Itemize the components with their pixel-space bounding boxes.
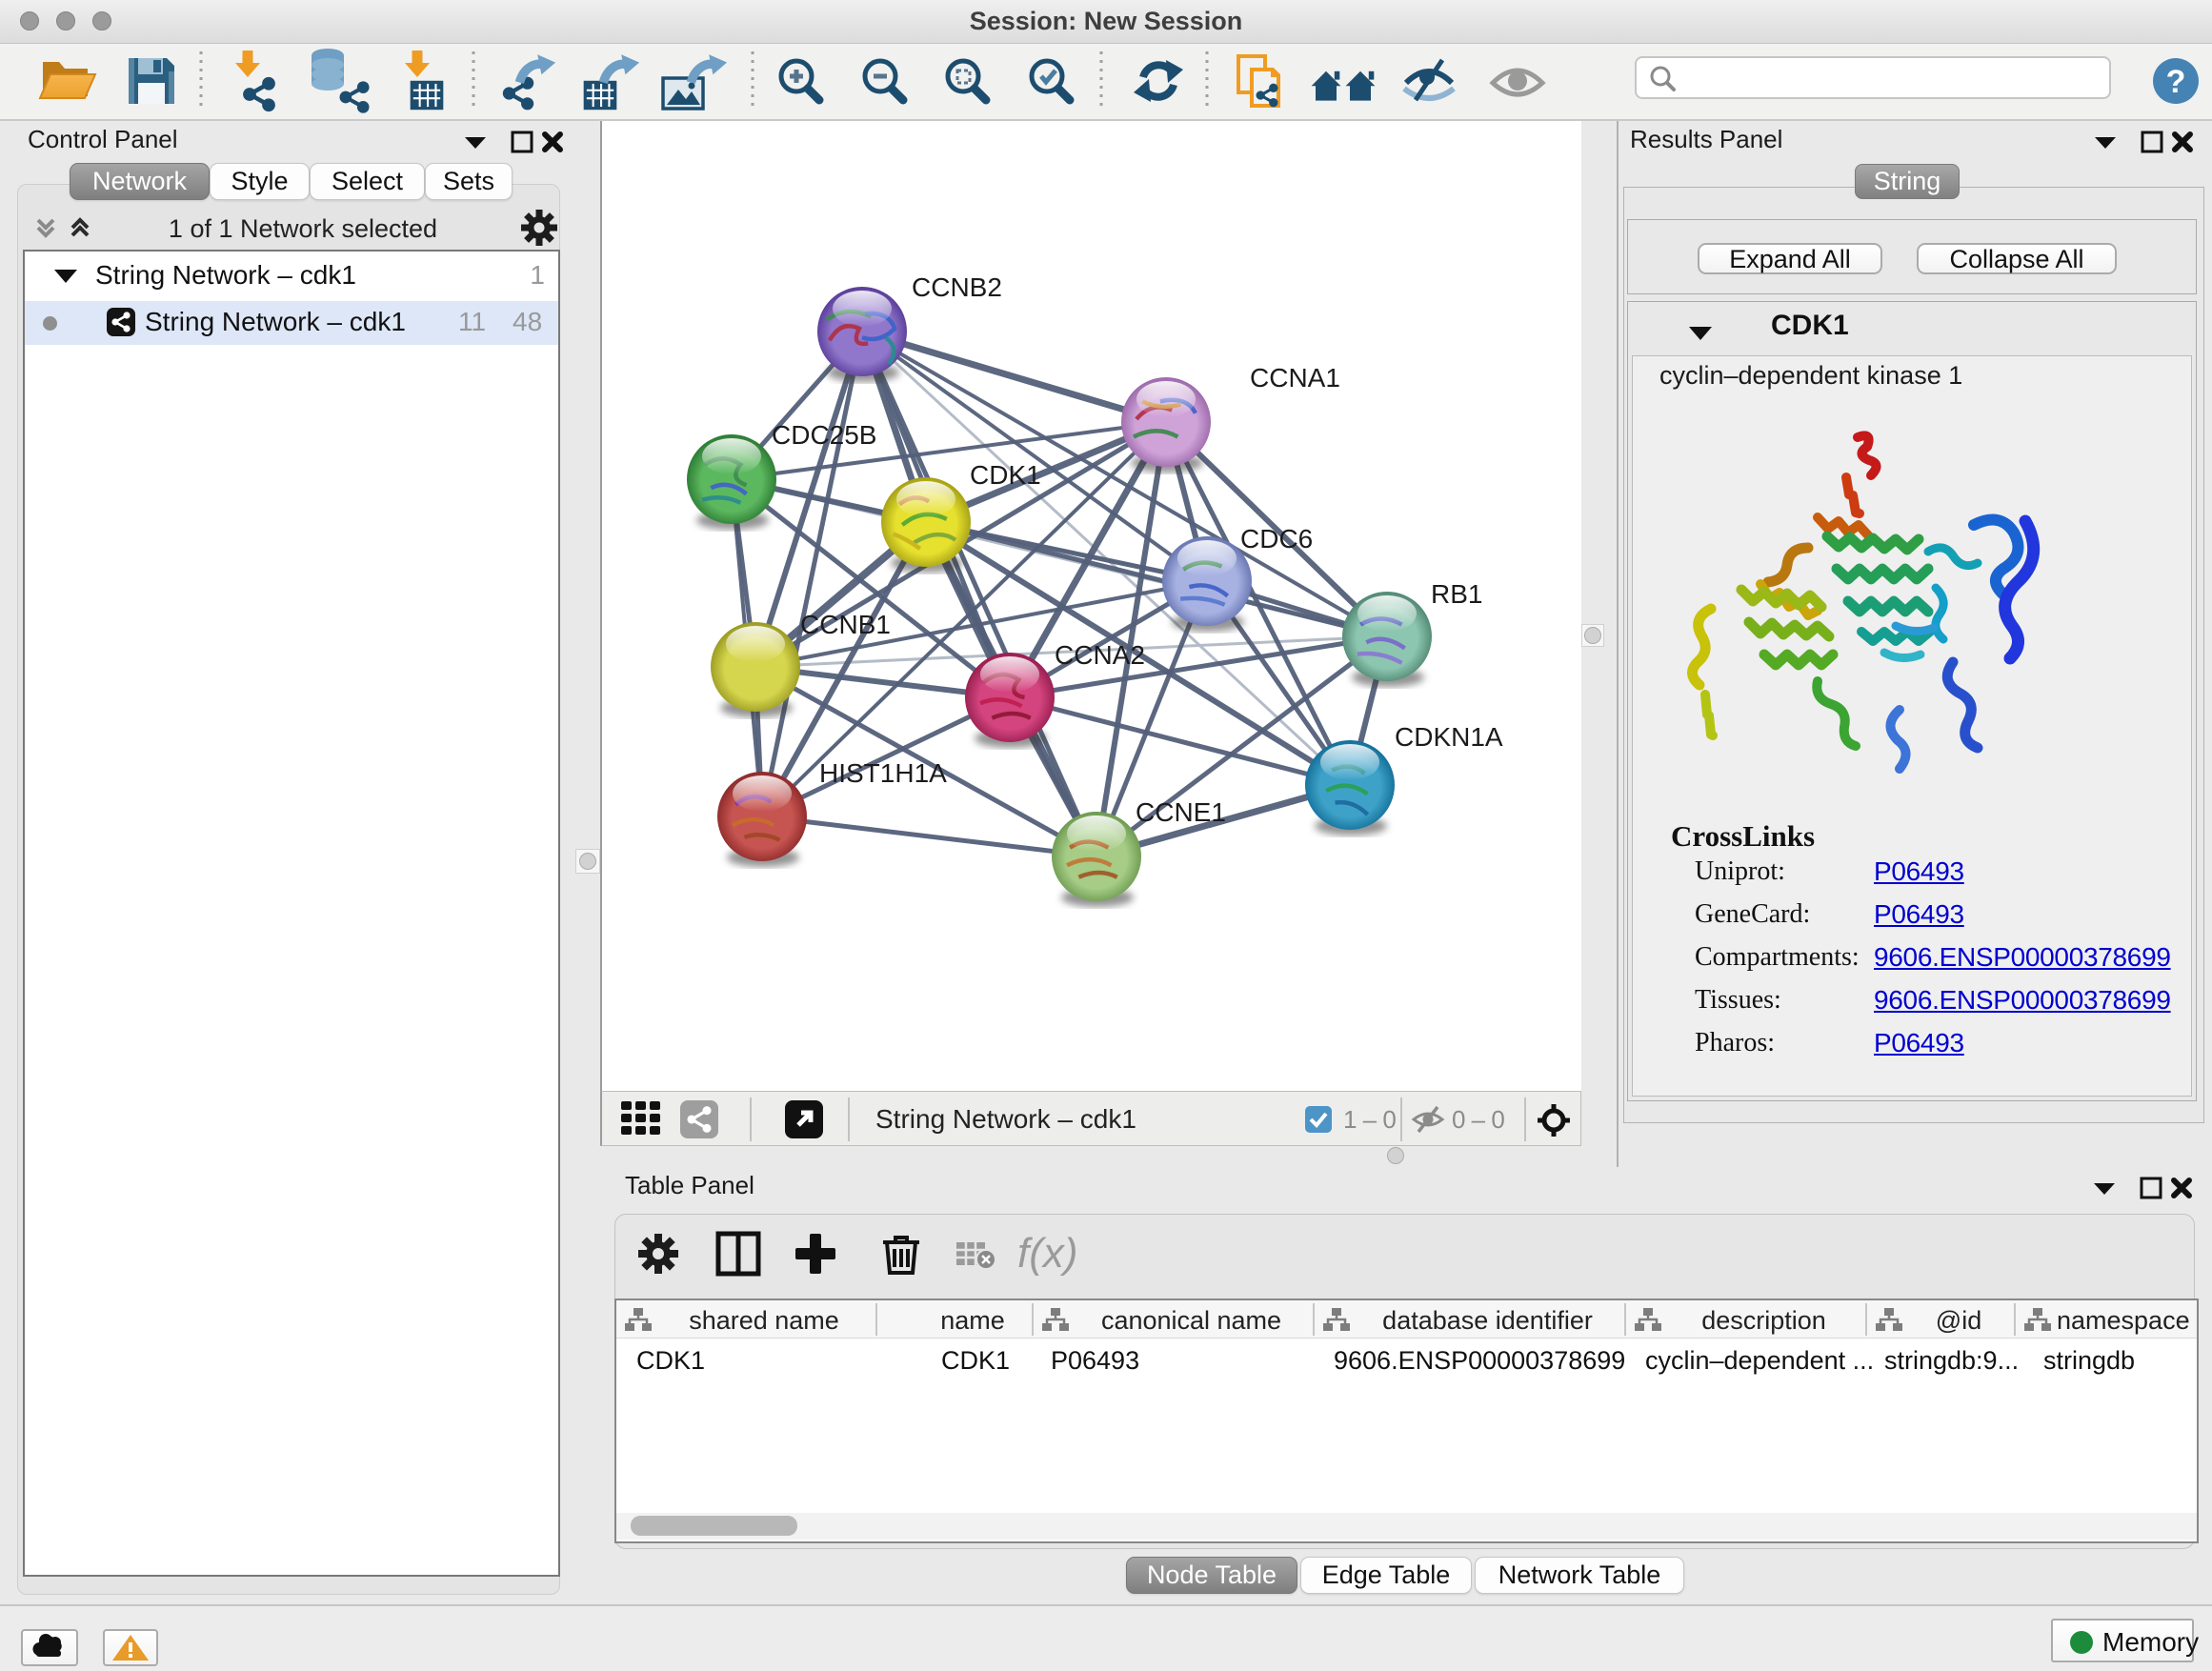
svg-text:CCNB2: CCNB2: [912, 272, 1002, 302]
svg-text:CDKN1A: CDKN1A: [1395, 722, 1503, 752]
svg-text:CCNA2: CCNA2: [1055, 640, 1145, 670]
svg-text:?: ?: [2166, 64, 2186, 100]
svg-text:HIST1H1A: HIST1H1A: [819, 758, 947, 788]
svg-text:CCNE1: CCNE1: [1136, 797, 1226, 827]
svg-text:RB1: RB1: [1431, 579, 1482, 609]
svg-text:f(x): f(x): [1017, 1230, 1078, 1277]
svg-text:CDC6: CDC6: [1240, 524, 1313, 554]
svg-text:CDC25B: CDC25B: [772, 420, 876, 450]
svg-text:CDK1: CDK1: [970, 460, 1041, 490]
svg-text:CCNA1: CCNA1: [1250, 363, 1340, 393]
svg-text:CCNB1: CCNB1: [800, 610, 891, 639]
